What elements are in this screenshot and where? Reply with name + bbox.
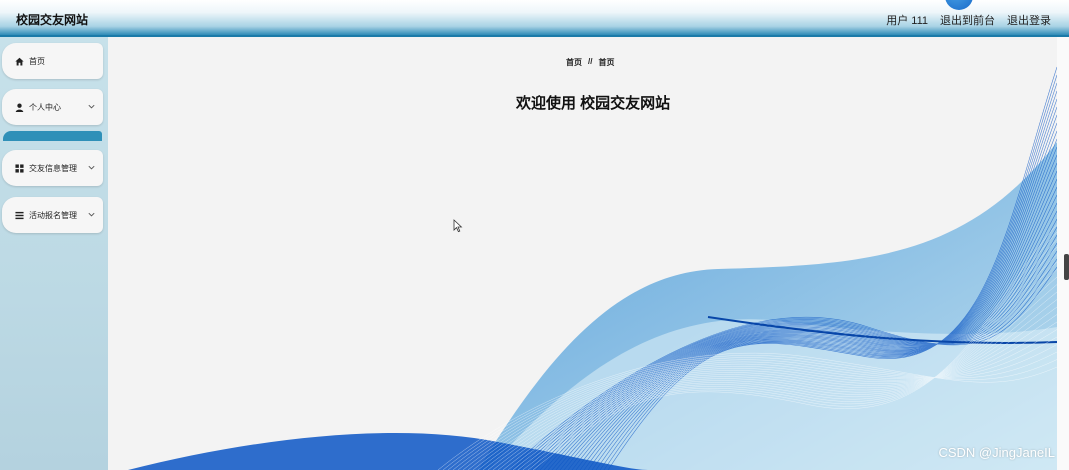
submenu-expanded-bar xyxy=(3,131,102,141)
home-icon xyxy=(15,57,24,66)
current-user-label: 用户 111 xyxy=(886,15,928,27)
sidebar-item-personal-center[interactable]: 个人中心 xyxy=(2,89,103,125)
sidebar-item-home[interactable]: 首页 xyxy=(2,43,103,79)
list-icon xyxy=(15,211,24,220)
sidebar-item-label: 交友信息管理 xyxy=(29,163,77,173)
site-title: 校园交友网站 xyxy=(16,13,89,27)
sidebar-item-dating-info[interactable]: 交友信息管理 xyxy=(2,150,103,186)
chevron-down-icon xyxy=(87,210,96,219)
exit-to-front-link[interactable]: 退出到前台 xyxy=(940,12,995,28)
sidebar: 首页 个人中心 交友信息管理 活动报名管理 xyxy=(0,37,108,470)
watermark: CSDN @JingJaneIL xyxy=(938,445,1055,460)
grid-icon xyxy=(15,163,24,173)
user-icon xyxy=(15,103,24,112)
floating-avatar-bubble[interactable] xyxy=(945,0,973,10)
sidebar-item-label: 首页 xyxy=(29,56,45,66)
sidebar-item-label: 个人中心 xyxy=(29,102,61,112)
breadcrumb-separator: // xyxy=(588,57,593,66)
sidebar-item-label: 活动报名管理 xyxy=(29,210,77,220)
chevron-down-icon xyxy=(87,102,96,111)
logout-link[interactable]: 退出登录 xyxy=(1007,12,1051,28)
chevron-down-icon xyxy=(87,163,96,172)
sidebar-item-activity-signup[interactable]: 活动报名管理 xyxy=(2,197,103,233)
breadcrumb-item[interactable]: 首页 xyxy=(566,57,582,68)
header-actions: 用户 111 退出到前台 退出登录 xyxy=(886,12,1051,28)
main-content: 首页 // 首页 欢迎使用 校园交友网站 xyxy=(108,37,1057,470)
breadcrumb: 首页 // 首页 xyxy=(566,57,614,68)
mouse-cursor-icon xyxy=(453,219,463,233)
breadcrumb-item: 首页 xyxy=(598,58,615,67)
welcome-heading: 欢迎使用 校园交友网站 xyxy=(516,95,671,112)
scrollbar-thumb[interactable] xyxy=(1064,254,1069,280)
app-header: 校园交友网站 用户 111 退出到前台 退出登录 xyxy=(0,0,1069,37)
